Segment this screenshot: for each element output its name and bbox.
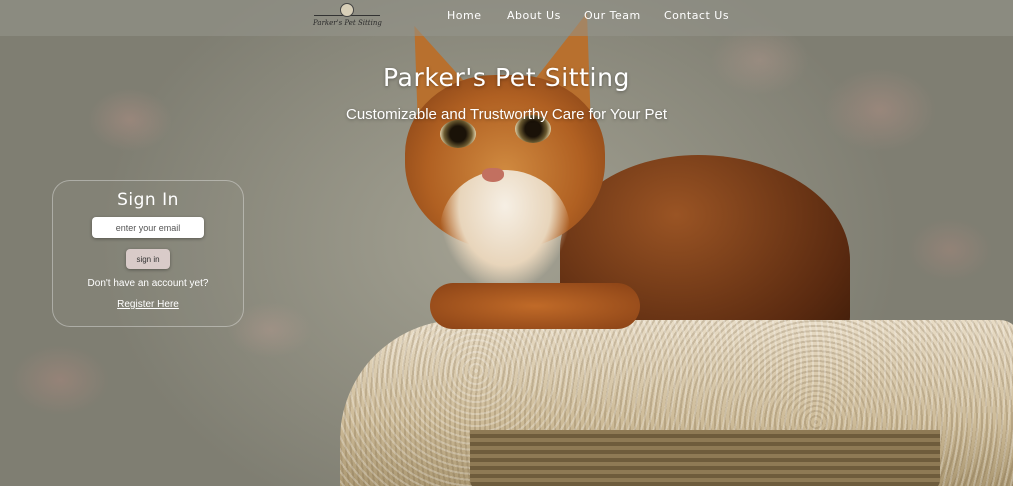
page-subtitle: Customizable and Trustworthy Care for Yo… [346, 106, 667, 123]
email-field[interactable] [92, 217, 204, 238]
site-logo[interactable]: Parker's Pet Sitting [313, 3, 382, 33]
nav-link-our-team[interactable]: Our Team [584, 9, 641, 22]
page-title: Parker's Pet Sitting [382, 63, 631, 92]
pet-logo-icon [340, 3, 354, 17]
logo-text: Parker's Pet Sitting [313, 19, 382, 27]
nav-link-home[interactable]: Home [447, 9, 481, 22]
nav-link-about-us[interactable]: About Us [507, 9, 561, 22]
nav-link-contact-us[interactable]: Contact Us [664, 9, 729, 22]
navbar: Parker's Pet Sitting Home About Us Our T… [0, 0, 1013, 36]
cat-paws [430, 283, 640, 329]
no-account-text: Don't have an account yet? [87, 278, 209, 289]
sign-in-button[interactable]: sign in [126, 249, 170, 269]
signin-title: Sign In [117, 190, 179, 210]
register-link[interactable]: Register Here [53, 299, 243, 310]
cat-eye-left [440, 120, 476, 148]
cat-chest [440, 170, 570, 290]
cat-perch-base [470, 430, 940, 486]
cat-nose [482, 168, 504, 182]
signin-card: Sign In sign in Don't have an account ye… [52, 180, 244, 327]
